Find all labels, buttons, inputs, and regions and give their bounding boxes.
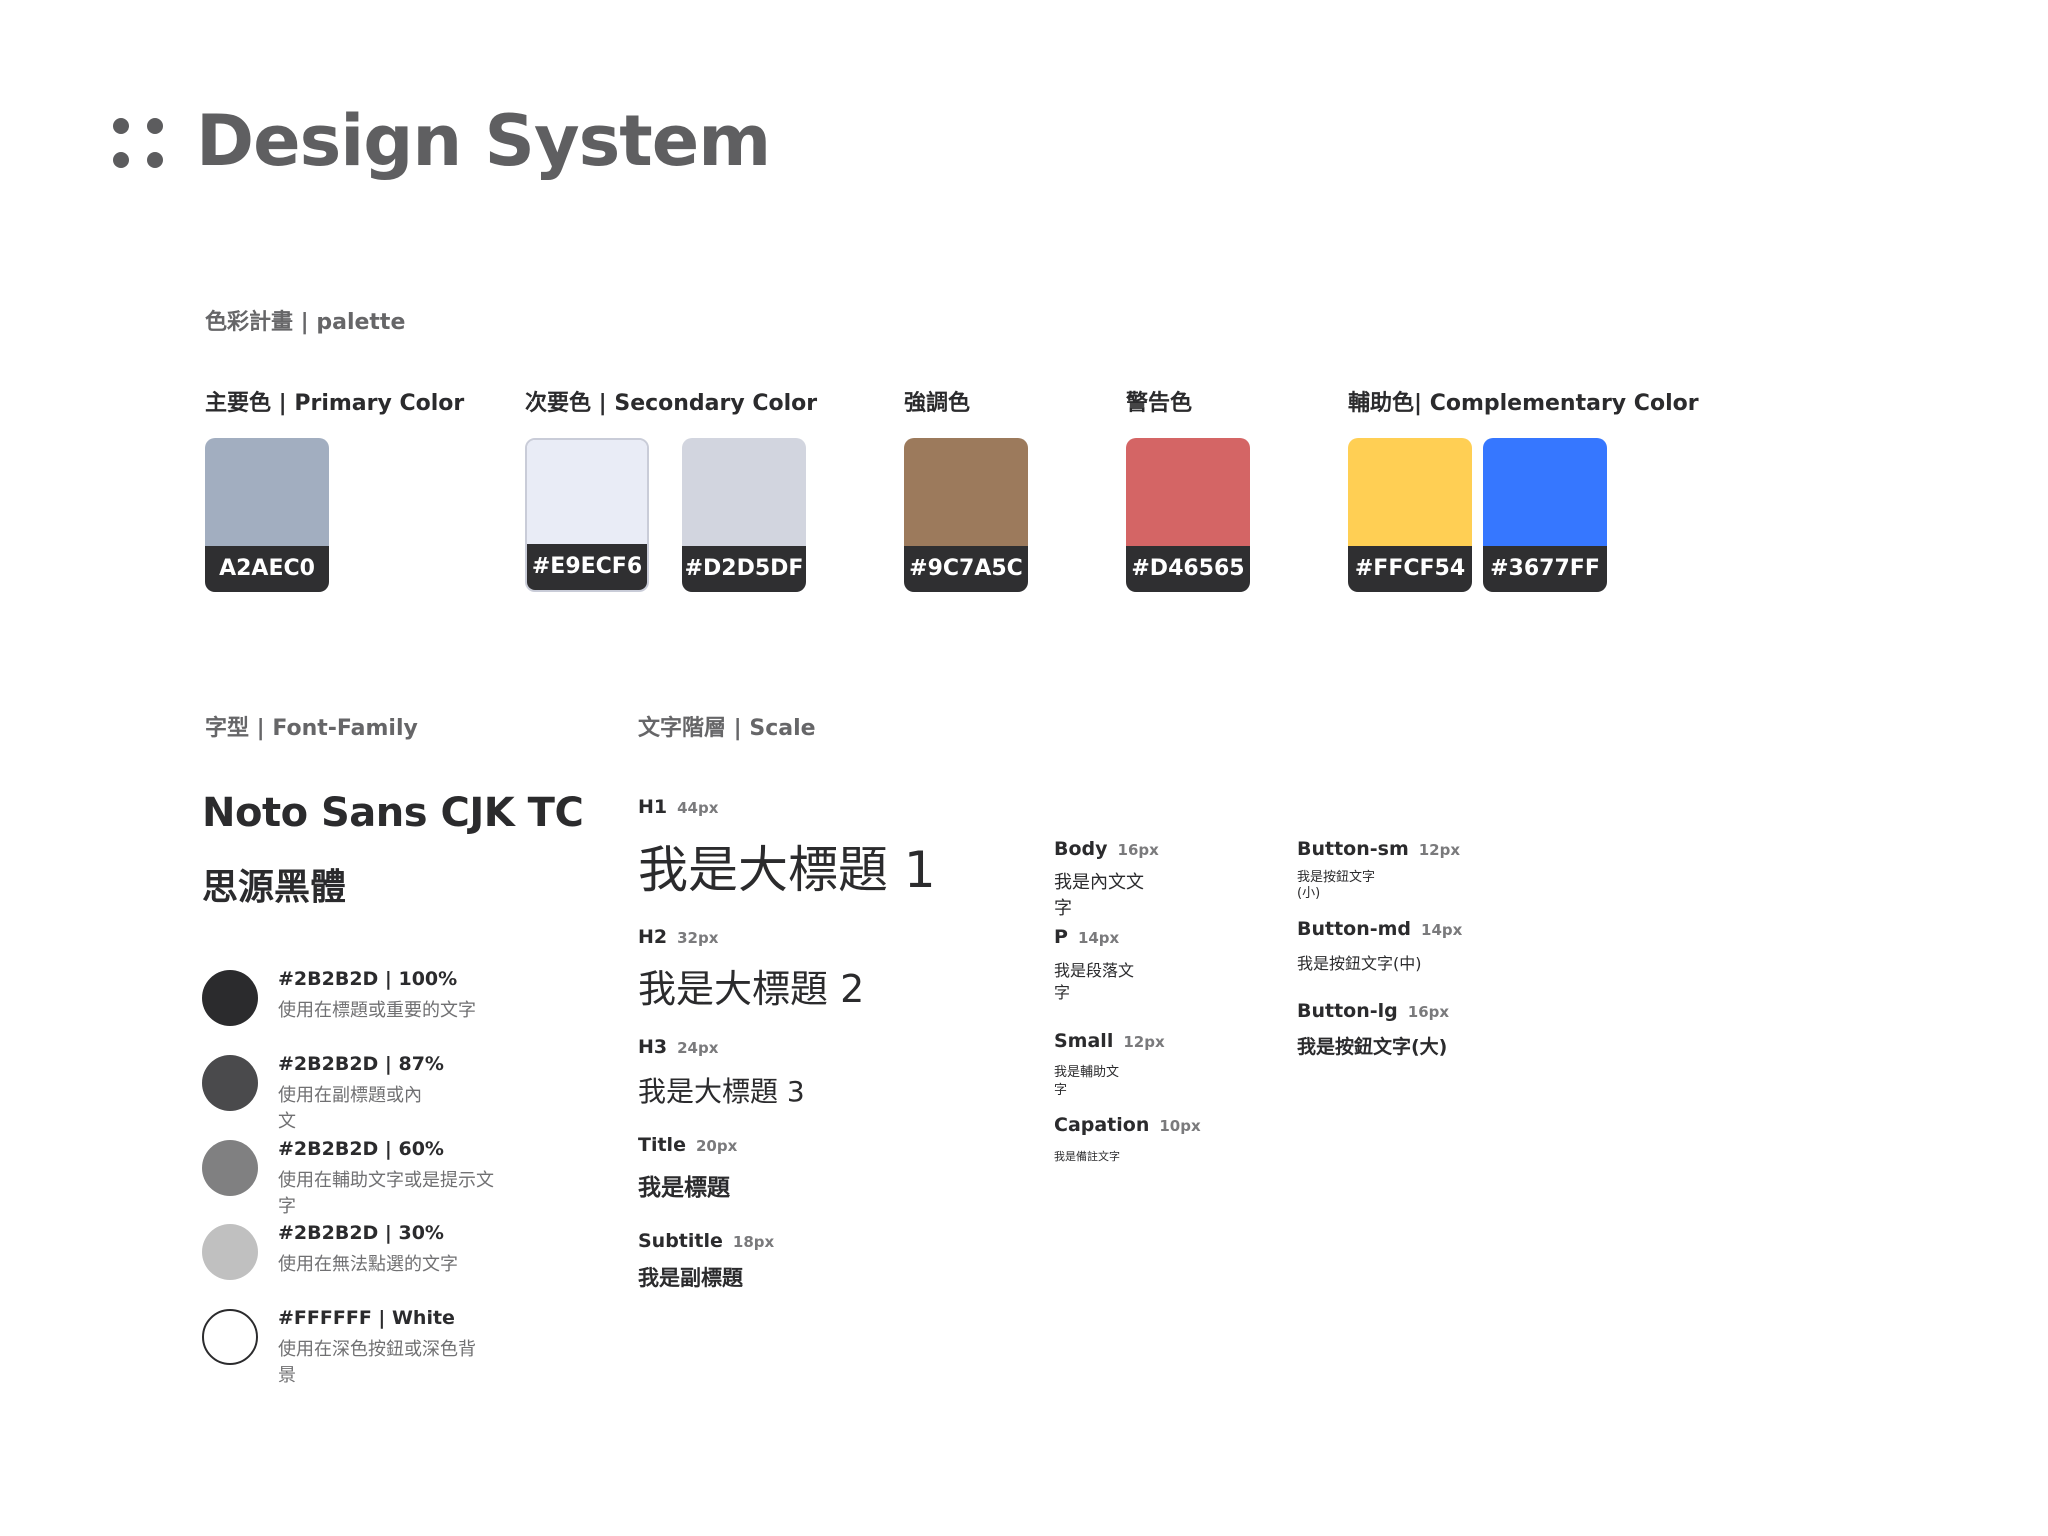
tone-description: 使用在副標題或內文 [278,1085,422,1132]
accent-color-title: 強調色 [904,391,971,416]
tone-swatch [202,1055,258,1111]
scale-h2-sample: 我是大標題 2 [638,967,865,1011]
tone-title: #2B2B2D | 100% [278,968,458,990]
font-family-cjk-name: 思源黑體 [202,867,347,908]
swatch-code: #D46565 [1126,546,1250,592]
swatch-code: A2AEC0 [205,546,329,592]
scale-button-lg-label: Button-lg 16px [1297,1000,1450,1022]
scale-h1-sample: 我是大標題 1 [638,841,936,899]
tone-title: #2B2B2D | 87% [278,1053,444,1075]
scale-h2-label: H2 32px [638,926,719,948]
scale-button-sm-sample: 我是按鈕文字(小) [1297,870,1376,901]
grid-dots-icon [113,118,163,168]
tone-swatch [202,1140,258,1196]
scale-p-label: P 14px [1054,926,1120,948]
tone-swatch [202,970,258,1026]
swatch-code: #E9ECF6 [527,544,647,590]
swatch-code: #9C7A5C [904,546,1028,592]
text-tone-87: #2B2B2D | 87% 使用在副標題或內文 [202,1053,532,1137]
secondary-color-title: 次要色 | Secondary Color [525,391,818,416]
tone-title: #2B2B2D | 60% [278,1138,444,1160]
scale-section-label: 文字階層 | Scale [638,716,816,741]
primary-color-title: 主要色 | Primary Color [205,391,465,416]
scale-body-sample: 我是內文文字 [1054,872,1144,919]
color-swatch-warning: #D46565 [1126,438,1250,592]
swatch-code: #D2D5DF [682,546,806,592]
scale-small-sample: 我是輔助文字 [1054,1065,1120,1098]
scale-body-label: Body 16px [1054,838,1159,860]
tone-swatch [202,1224,258,1280]
scale-button-lg-sample: 我是按鈕文字(大) [1297,1036,1448,1058]
tone-description: 使用在輔助文字或是提示文字 [278,1170,494,1217]
scale-button-sm-label: Button-sm 12px [1297,838,1461,860]
tone-description: 使用在無法點選的文字 [278,1254,458,1275]
scale-button-md-sample: 我是按鈕文字(中) [1297,954,1422,973]
text-tone-white: #FFFFFF | White 使用在深色按鈕或深色背景 [202,1307,532,1391]
scale-subtitle-label: Subtitle 18px [638,1230,775,1252]
text-tone-100: #2B2B2D | 100% 使用在標題或重要的文字 [202,968,532,1052]
tone-title: #FFFFFF | White [278,1307,455,1329]
font-family-section-label: 字型 | Font-Family [205,716,418,741]
color-swatch-secondary-1: #E9ECF6 [525,438,649,592]
scale-title-label: Title 20px [638,1134,738,1156]
scale-h1-label: H1 44px [638,796,719,818]
swatch-code: #3677FF [1483,546,1607,592]
color-swatch-complementary-2: #3677FF [1483,438,1607,592]
scale-caption-sample: 我是備註文字 [1054,1150,1120,1163]
swatch-code: #FFCF54 [1348,546,1472,592]
scale-title-sample: 我是標題 [638,1175,730,1201]
scale-h3-sample: 我是大標題 3 [638,1075,805,1108]
tone-swatch [202,1309,258,1365]
palette-section-label: 色彩計畫 | palette [205,310,406,335]
color-swatch-secondary-2: #D2D5DF [682,438,806,592]
tone-description: 使用在深色按鈕或深色背景 [278,1339,476,1386]
scale-p-sample: 我是段落文字 [1054,961,1135,1002]
color-swatch-primary: A2AEC0 [205,438,329,592]
warning-color-title: 警告色 [1126,391,1193,416]
scale-button-md-label: Button-md 14px [1297,918,1463,940]
color-swatch-complementary-1: #FFCF54 [1348,438,1472,592]
text-tone-30: #2B2B2D | 30% 使用在無法點選的文字 [202,1222,532,1306]
font-family-name: Noto Sans CJK TC [202,790,584,836]
scale-small-label: Small 12px [1054,1030,1165,1052]
page-title: Design System [196,100,771,182]
color-swatch-accent: #9C7A5C [904,438,1028,592]
scale-caption-label: Capation 10px [1054,1114,1201,1136]
tone-description: 使用在標題或重要的文字 [278,1000,476,1021]
scale-h3-label: H3 24px [638,1036,719,1058]
complementary-color-title: 輔助色| Complementary Color [1348,391,1699,416]
scale-subtitle-sample: 我是副標題 [638,1266,743,1290]
text-tone-60: #2B2B2D | 60% 使用在輔助文字或是提示文字 [202,1138,532,1222]
tone-title: #2B2B2D | 30% [278,1222,444,1244]
